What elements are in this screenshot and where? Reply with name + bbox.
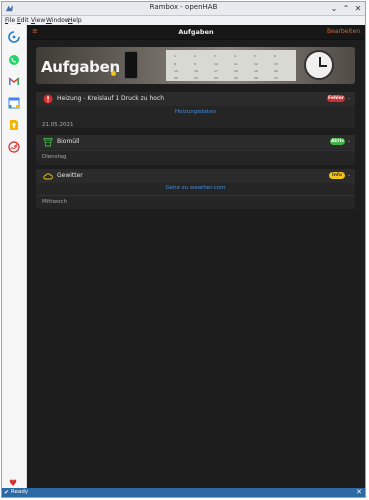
menu-file[interactable]: File xyxy=(5,16,15,25)
wall-clock-illustration xyxy=(304,50,334,80)
task-card-header[interactable]: Heizung - Kreislauf 1 Druck zu hoch Fehl… xyxy=(36,92,355,106)
edit-button[interactable]: Bearbeiten xyxy=(327,28,360,35)
banner-dot-icon xyxy=(111,71,116,76)
minimize-button[interactable]: ⌄ xyxy=(329,2,339,15)
task-date: 21.05.2021 xyxy=(42,122,74,128)
menu-help[interactable]: Help xyxy=(68,16,82,25)
close-icon[interactable]: ✕ xyxy=(356,488,362,497)
page-header: ≡ Aufgaben Bearbeiten xyxy=(27,25,365,40)
heating-data-link[interactable]: Heizungsdaten xyxy=(36,109,355,115)
menu-edit[interactable]: Edit xyxy=(17,16,29,25)
task-label: Gewitter xyxy=(57,172,83,179)
divider xyxy=(36,195,355,196)
task-card-header[interactable]: Gewitter Info ⌄ xyxy=(36,169,355,183)
tasks-banner-image: 123456 8 9 10 11 12 13 15 16 17 18 19 20 22 23 24 25 2… xyxy=(36,47,355,84)
cloud-icon xyxy=(43,173,53,180)
divider xyxy=(36,150,355,151)
google-calendar-icon[interactable] xyxy=(8,97,20,109)
close-window-button[interactable]: ✕ xyxy=(353,2,363,15)
application-window: Rambox - openHAB ⌄ ⌃ ✕ File Edit View Wi… xyxy=(1,1,366,498)
service-sidebar: ♥ xyxy=(2,25,27,489)
task-label: Biomüll xyxy=(57,138,80,145)
status-badge: Fehler xyxy=(327,95,345,102)
banner-title: Aufgaben xyxy=(41,58,120,76)
whatsapp-icon[interactable] xyxy=(8,54,20,66)
task-date-row: 21.05.2021 xyxy=(36,118,355,129)
status-text: Ready xyxy=(11,489,29,495)
status-badge: Info xyxy=(329,172,345,179)
phone-illustration xyxy=(124,51,138,79)
chevron-down-icon[interactable]: ⌄ xyxy=(347,172,351,178)
openhab-main-view: ≡ Aufgaben Bearbeiten 123456 8 9 10 11 12 13 … xyxy=(27,25,365,488)
google-keep-icon[interactable] xyxy=(8,119,20,131)
calendar-illustration: 123456 8 9 10 11 12 13 15 16 17 18 19 20 22 23 24 25 2… xyxy=(166,50,296,81)
title-bar: Rambox - openHAB ⌄ ⌃ ✕ xyxy=(2,2,365,16)
trash-bin-icon xyxy=(43,138,53,147)
menu-bar: File Edit View Window Help xyxy=(2,16,365,25)
menu-window[interactable]: Window xyxy=(46,16,70,25)
task-day: Dienstag xyxy=(42,154,67,160)
weather-link[interactable]: Gehe zu weather.com xyxy=(36,185,355,191)
menu-view[interactable]: View xyxy=(31,16,45,25)
task-card-header[interactable]: Biomüll Aktiv ⌄ xyxy=(36,135,355,149)
window-title: Rambox - openHAB xyxy=(149,3,218,11)
page-title: Aufgaben xyxy=(178,28,214,36)
status-badge: Aktiv xyxy=(330,138,345,145)
gauge-icon[interactable] xyxy=(8,141,20,153)
maximize-button[interactable]: ⌃ xyxy=(341,2,351,15)
task-card-thunderstorm: Gewitter Info ⌄ Gehe zu weather.com Mitt… xyxy=(36,169,355,209)
task-day: Mittwoch xyxy=(42,199,67,205)
openhab-icon[interactable] xyxy=(8,31,20,43)
status-bar: ✔ Ready ✕ xyxy=(2,488,365,497)
alert-icon xyxy=(43,94,53,104)
task-label: Heizung - Kreislauf 1 Druck zu hoch xyxy=(57,95,165,102)
chevron-down-icon[interactable]: ⌄ xyxy=(347,138,351,144)
task-card-biowaste: Biomüll Aktiv ⌄ Dienstag xyxy=(36,135,355,165)
gmail-icon[interactable] xyxy=(8,75,20,87)
check-icon: ✔ xyxy=(4,489,10,496)
chevron-down-icon[interactable]: ⌄ xyxy=(347,95,351,101)
